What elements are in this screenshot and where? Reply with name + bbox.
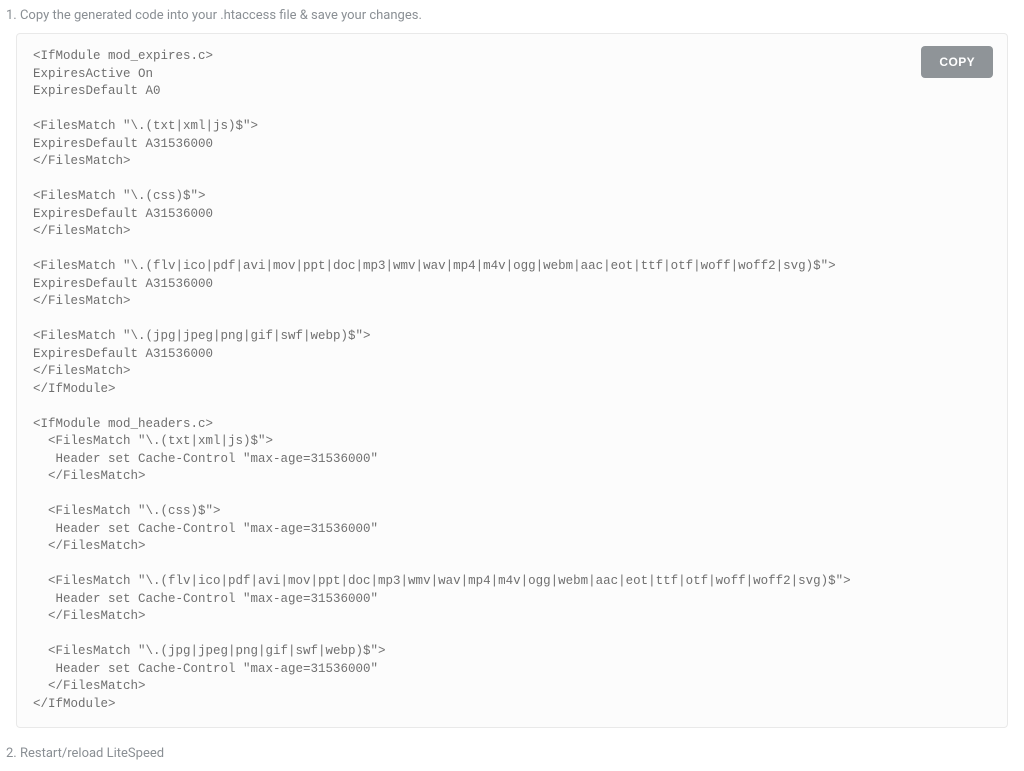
step-1-instruction: 1. Copy the generated code into your .ht… <box>0 0 1024 33</box>
copy-button[interactable]: COPY <box>921 46 993 78</box>
step-2-instruction: 2. Restart/reload LiteSpeed <box>0 738 1024 771</box>
generated-code-card: COPY <IfModule mod_expires.c> ExpiresAct… <box>16 33 1008 728</box>
htaccess-code-block[interactable]: <IfModule mod_expires.c> ExpiresActive O… <box>33 48 991 713</box>
